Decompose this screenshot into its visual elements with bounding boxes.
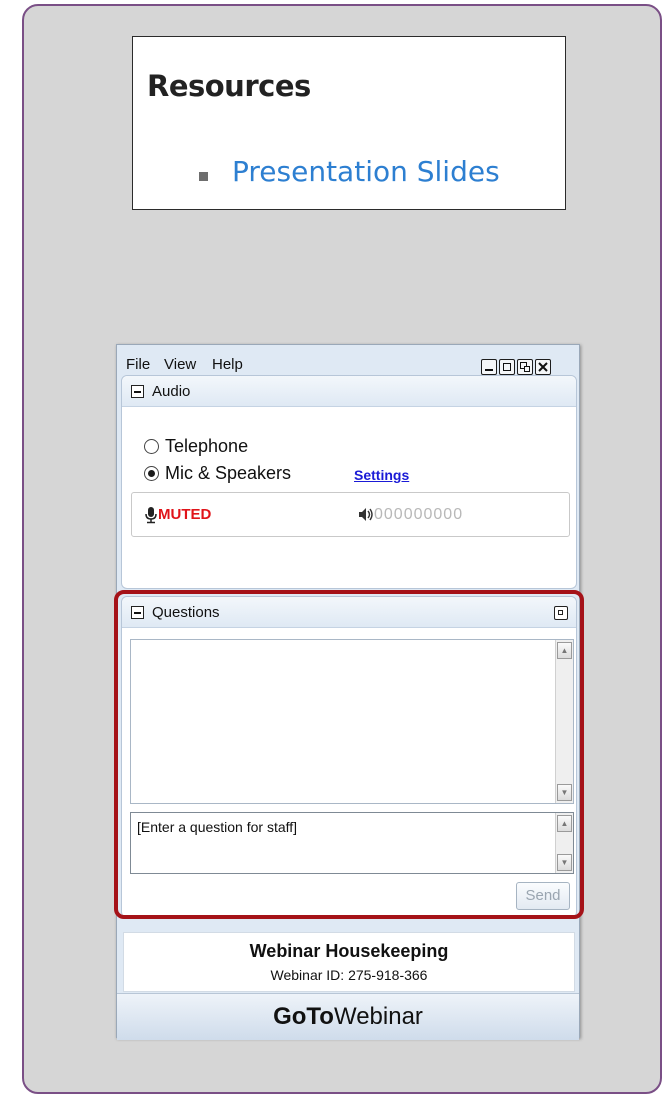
collapse-icon[interactable]	[131, 385, 144, 398]
audio-header[interactable]: Audio	[122, 376, 576, 407]
audio-status-bar: MUTED 000000000	[131, 492, 570, 537]
maximize-icon[interactable]	[499, 359, 515, 375]
gotowebinar-control-panel: File View Help Audio Telephone Mic & Spe…	[116, 344, 580, 1040]
menu-help[interactable]: Help	[212, 356, 243, 373]
menu-view[interactable]: View	[164, 356, 196, 373]
telephone-radio[interactable]	[144, 439, 159, 454]
webinar-id: Webinar ID: 275-918-366	[270, 967, 428, 983]
resources-box: Resources Presentation Slides	[132, 36, 566, 210]
webinar-title: Webinar Housekeeping	[249, 941, 449, 961]
question-log[interactable]: ▲ ▼	[130, 639, 574, 804]
content-panel: Resources Presentation Slides File View …	[22, 4, 662, 1094]
minimize-icon[interactable]	[481, 359, 497, 375]
scroll-down-icon[interactable]: ▼	[557, 784, 572, 801]
close-icon[interactable]	[535, 359, 551, 375]
presentation-slides-link[interactable]: Presentation Slides	[232, 155, 500, 188]
gotowebinar-logo: GoToWebinar	[117, 1003, 579, 1031]
settings-link[interactable]: Settings	[354, 467, 409, 483]
logo-bold: GoTo	[273, 1003, 334, 1030]
question-input-text: [Enter a question for staff]	[137, 819, 298, 835]
questions-header[interactable]: Questions	[122, 597, 576, 628]
question-input-scrollbar[interactable]: ▲ ▼	[555, 813, 573, 873]
logo-regular: Webinar	[333, 1003, 423, 1030]
collapse-icon[interactable]	[131, 606, 144, 619]
audio-panel: Audio Telephone Mic & Speakers Settings …	[121, 375, 577, 589]
send-button[interactable]: Send	[516, 882, 570, 910]
audio-level-meter: 000000000	[374, 506, 464, 523]
webinar-info: Webinar Housekeeping Webinar ID: 275-918…	[123, 932, 575, 992]
scroll-down-icon[interactable]: ▼	[557, 854, 572, 871]
microphone-icon[interactable]	[144, 506, 158, 524]
scroll-up-icon[interactable]: ▲	[557, 642, 572, 659]
brand-footer: GoToWebinar	[117, 993, 579, 1040]
questions-title: Questions	[152, 604, 220, 621]
audio-title: Audio	[152, 383, 191, 400]
mic-speakers-radio[interactable]	[144, 466, 159, 481]
menu-file[interactable]: File	[126, 356, 150, 373]
resources-title: Resources	[147, 69, 311, 103]
muted-status: MUTED	[158, 506, 212, 523]
telephone-label: Telephone	[165, 436, 249, 456]
mic-speakers-label: Mic & Speakers	[165, 463, 292, 483]
question-log-scrollbar[interactable]: ▲ ▼	[555, 640, 573, 803]
popout-icon[interactable]	[554, 606, 568, 620]
popout-icon[interactable]	[517, 359, 533, 375]
scroll-up-icon[interactable]: ▲	[557, 815, 572, 832]
menu-bar: File View Help	[117, 345, 579, 375]
questions-panel: Questions ▲ ▼ [Enter a question for staf…	[121, 596, 577, 918]
bullet-icon	[199, 172, 208, 181]
question-input[interactable]: [Enter a question for staff] ▲ ▼	[130, 812, 574, 874]
speaker-icon	[359, 508, 373, 521]
